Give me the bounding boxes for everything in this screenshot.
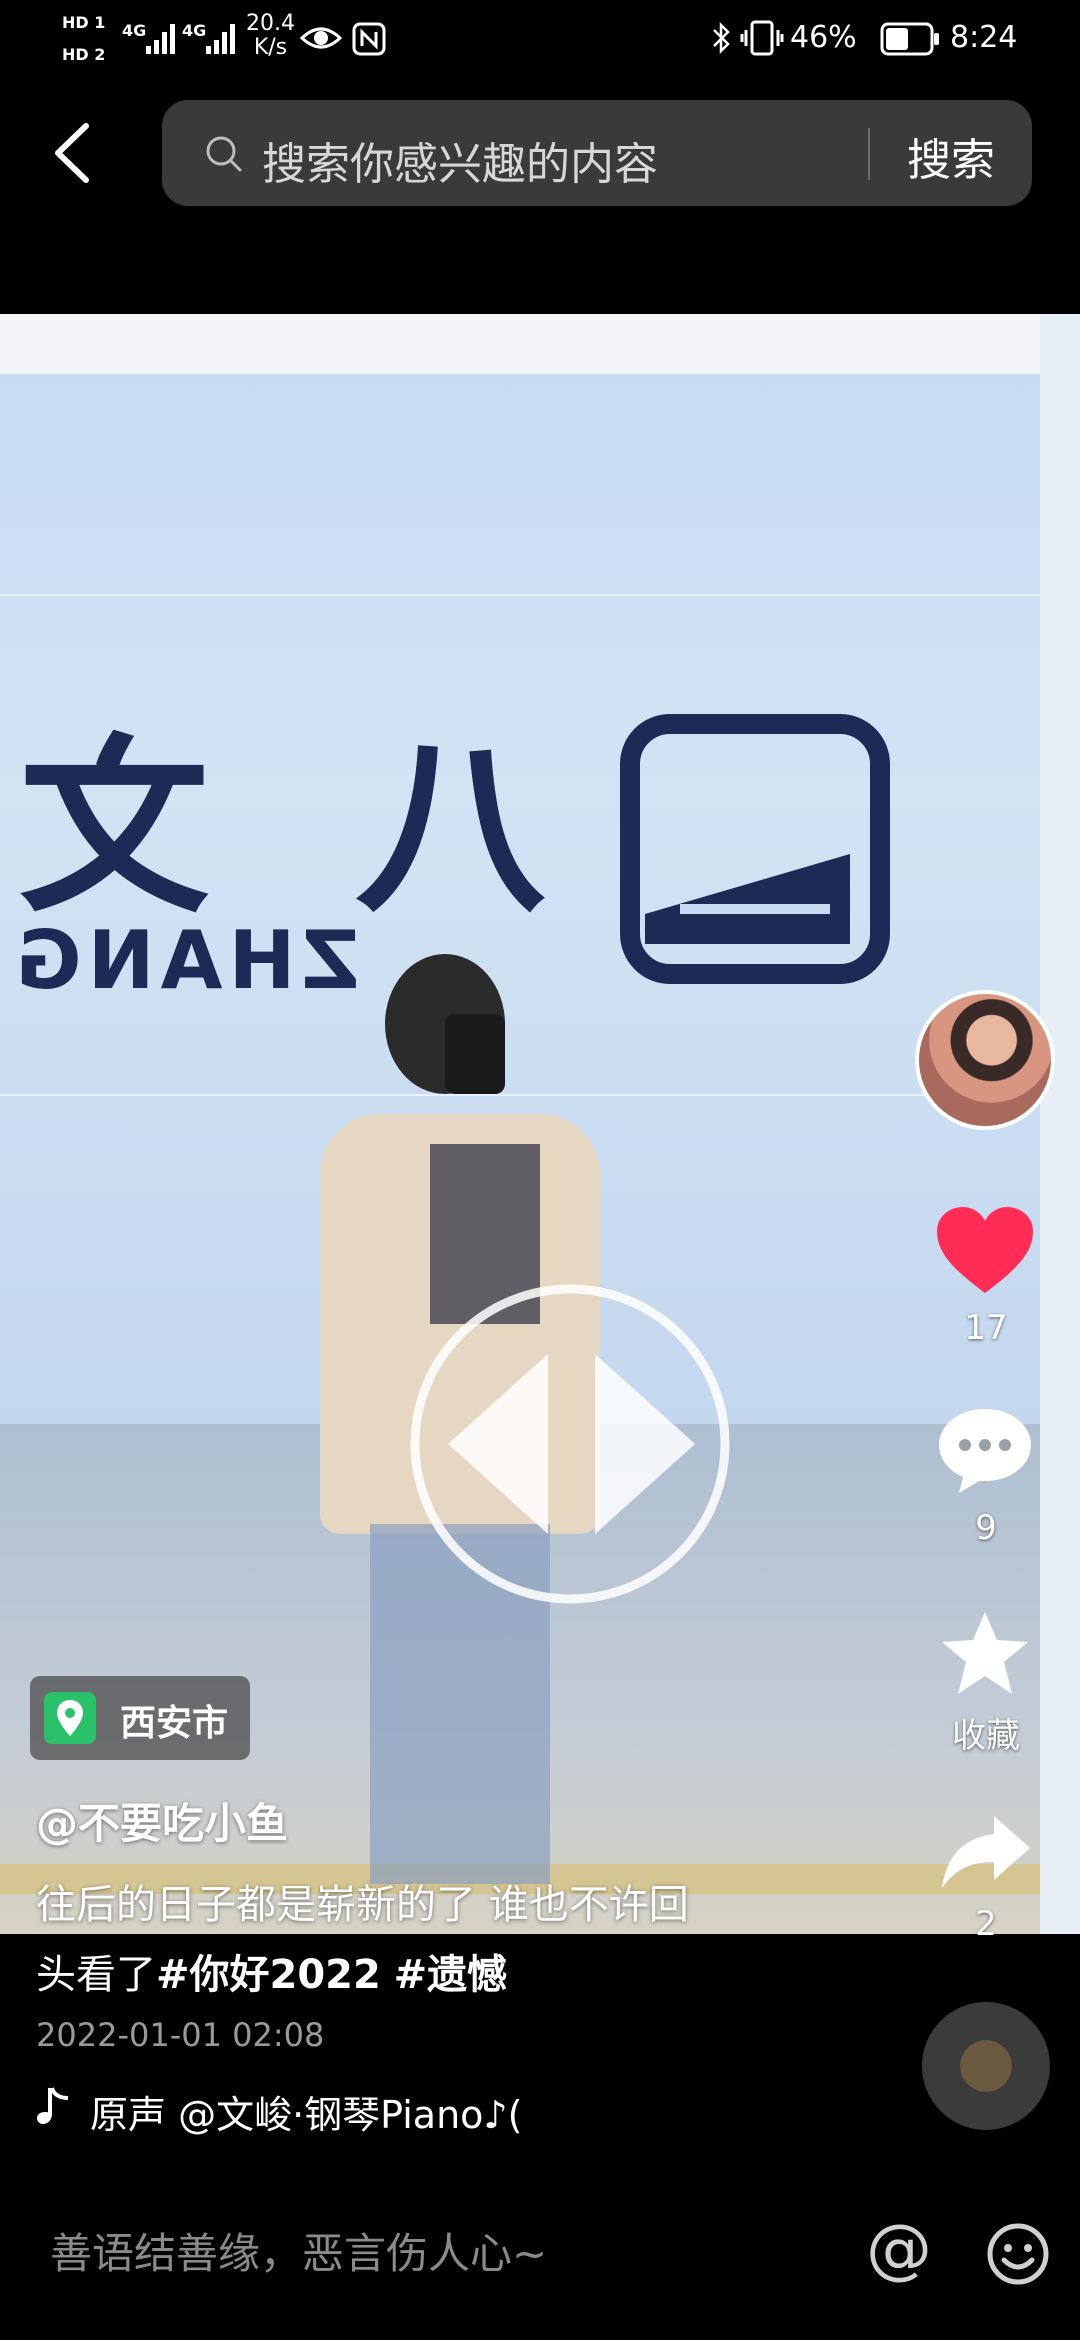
status-bar: HD 1 HD 2 4G 4G 20.4 K/s 46% 8:24	[0, 0, 1080, 80]
hashtag[interactable]: #遗憾	[394, 1952, 508, 1998]
nfc-icon	[352, 22, 386, 56]
heart-icon[interactable]	[935, 1205, 1035, 1297]
author-name[interactable]: @不要吃小鱼	[36, 1790, 288, 1851]
signal-icon-2	[206, 24, 235, 54]
bluetooth-icon	[713, 21, 730, 55]
location-text: 西安市	[120, 1703, 229, 1744]
battery-percent: 46%	[790, 20, 857, 55]
location-chip[interactable]: 西安市	[30, 1676, 250, 1760]
comment-icon[interactable]	[935, 1405, 1035, 1495]
music-note-icon	[37, 2087, 69, 2124]
vibrate-icon	[740, 20, 784, 56]
back-button[interactable]	[40, 118, 110, 188]
mention-button[interactable]: @	[866, 2210, 932, 2287]
search-bar[interactable]: 搜索你感兴趣的内容 搜索	[162, 100, 1032, 206]
favorite-label: 收藏	[952, 1716, 1020, 1756]
share-icon[interactable]	[938, 1812, 1032, 1892]
music-title: 原声 @文峻·钢琴Piano♪(	[90, 2093, 523, 2137]
network-speed: 20.4 K/s	[246, 11, 295, 60]
hd2-indicator: HD 2	[62, 45, 106, 64]
location-pin-icon	[44, 1692, 96, 1744]
author-avatar[interactable]	[915, 990, 1055, 1130]
right-pillar	[1040, 314, 1080, 1934]
play-pause-icon[interactable]	[400, 1274, 740, 1614]
like-count: 17	[964, 1308, 1008, 1348]
post-date: 2022-01-01 02:08	[36, 2016, 325, 2054]
metro-logo	[620, 714, 890, 984]
clock: 8:24	[950, 20, 1018, 55]
caption-line-1: 往后的日子都是崭新的了 谁也不许回	[36, 1882, 689, 1928]
caption-line-2: 头看了#你好2022 #遗憾	[36, 1942, 507, 2000]
phone	[445, 1014, 505, 1094]
station-pinyin: ZHANG	[10, 914, 360, 1007]
battery-icon	[880, 22, 939, 56]
wall-line	[0, 594, 1050, 596]
hashtag[interactable]: #你好2022	[156, 1952, 381, 1998]
signal-icon-1	[146, 24, 175, 54]
network-type-1: 4G	[122, 21, 147, 40]
share-count: 2	[975, 1904, 997, 1944]
emoji-icon[interactable]	[986, 2222, 1050, 2286]
search-input[interactable]: 搜索你感兴趣的内容	[262, 128, 658, 192]
wall-line	[0, 1094, 1050, 1096]
eye-icon	[300, 27, 342, 49]
caption-text: 头看了	[36, 1952, 156, 1998]
search-divider	[868, 128, 870, 180]
star-icon[interactable]	[938, 1608, 1032, 1698]
music-disc[interactable]	[922, 2002, 1050, 2130]
search-button[interactable]: 搜索	[907, 124, 995, 188]
hd1-indicator: HD 1	[62, 13, 106, 32]
station-characters: 八 文	[0, 718, 547, 939]
network-type-2: 4G	[182, 21, 207, 40]
comment-count: 9	[975, 1508, 997, 1548]
comment-input[interactable]: 善语结善缘，恶言伤人心~	[50, 2220, 547, 2281]
ceiling	[0, 314, 1080, 374]
search-icon	[206, 136, 242, 172]
